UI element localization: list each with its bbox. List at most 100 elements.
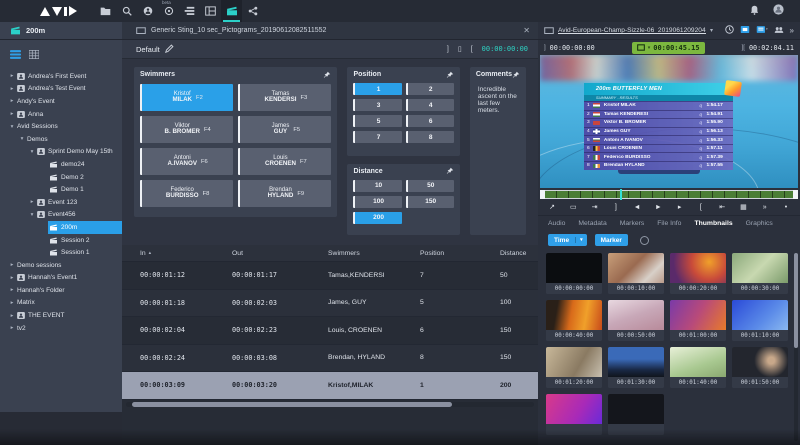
tree-item[interactable]: ▾ Avid Sessions [0,120,122,133]
swimmer-button[interactable]: Louis CROENEN F7 [238,148,332,175]
play-icon[interactable]: ► [654,204,662,211]
monitor-toggle-icon[interactable]: ▭ [569,203,577,211]
expand-icon[interactable]: ▸ [8,287,16,293]
tree-item[interactable]: ▾ Demos [0,133,122,146]
source-monitor-icon[interactable] [740,25,750,36]
tree-item[interactable]: ▸ Andrea's Test Event [0,83,122,96]
timeline-scrubber[interactable] [540,189,798,200]
close-icon[interactable]: ✕ [523,26,530,35]
position-button[interactable]: 4 [405,99,454,111]
tree-item[interactable]: ▸ THE EVENT [0,309,122,322]
thumbnail-graphics[interactable]: 00:00:40:00 [546,300,602,341]
share-icon[interactable] [242,0,263,22]
beta-target-icon[interactable]: beta [158,0,179,22]
tree-item[interactable]: ▸ Demo sessions [0,259,122,272]
tree-item[interactable]: ▾ Sprint Demo May 15th [0,146,122,159]
thumbnail-athletes[interactable]: 00:01:20:00 [546,347,602,388]
position-button[interactable]: 7 [353,131,402,143]
position-button[interactable]: 5 [353,115,402,127]
search-icon[interactable] [116,0,137,22]
panels-icon[interactable] [200,0,221,22]
position-button[interactable]: 3 [353,99,402,111]
mark-in-icon[interactable]: [ [471,46,473,53]
chevron-down-icon[interactable]: ▾ [710,27,713,34]
history-clock-icon[interactable] [724,25,734,36]
clip-icon[interactable]: ▯ [458,45,462,53]
swimmer-button[interactable]: Antoni A.IVANOV F6 [140,148,234,175]
expand-icon[interactable]: ▸ [28,199,36,205]
tree-item[interactable]: Demo 2 [0,171,122,184]
tree-item[interactable]: ▸ tv2 [0,322,122,335]
time-filter-button[interactable]: Time ▾ [548,234,587,246]
goto-out-icon[interactable]: ⇤ [718,203,726,211]
position-button[interactable]: 6 [405,115,454,127]
thumbnail-net[interactable]: 00:00:30:00 [732,253,788,294]
video-viewer[interactable]: 200m BUTTERFLY MEN SUMMARY - RESULTS 1 Kr… [540,55,798,188]
tab-audio[interactable]: Audio [548,220,565,227]
distance-button[interactable]: 10 [353,179,402,192]
timeline-handle-right[interactable] [793,190,798,199]
distance-button[interactable]: 100 [353,195,402,208]
swimmer-button[interactable]: James GUY F5 [238,116,332,143]
folder-icon[interactable] [95,0,116,22]
swimmer-button[interactable]: Tamas KENDERSI F3 [238,84,332,111]
refresh-icon[interactable] [639,235,649,245]
tree-item[interactable]: ▾ Event456 [0,209,122,222]
thumbnail-customized[interactable]: 00:01:00:00 [670,300,726,341]
table-row[interactable]: 00:00:01:18 00:00:02:03 James, GUY 5 100 [122,289,538,317]
collapse-icon[interactable]: ▾ [18,136,26,142]
thumbnail-stadium[interactable]: 00:00:10:00 [608,253,664,294]
pin-icon[interactable] [446,66,454,84]
tree-item[interactable]: ▸ Hannah's Folder [0,284,122,297]
send-icon[interactable]: ↗ [548,203,556,211]
tree-item[interactable]: ▸ Hannah's Event1 [0,272,122,285]
distance-button[interactable]: 50 [405,179,454,192]
tree-item[interactable]: Session 2 [0,234,122,247]
expand-icon[interactable]: ▸ [8,325,16,331]
tree-item[interactable]: ▸ Anna [0,108,122,121]
tree-item[interactable]: Session 1 [0,246,122,259]
column-header-in[interactable]: In ▴ [122,250,214,257]
thumbnail-avid-logo[interactable] [546,394,602,435]
comments-text[interactable]: Incredible ascent on the last few meters… [470,82,526,118]
assist-icon[interactable] [137,0,158,22]
record-dot-icon[interactable]: • [782,204,790,211]
thumbnail-velodrome[interactable]: 00:00:50:00 [608,300,664,341]
collapse-icon[interactable]: ▾ [28,149,36,155]
table-row[interactable]: 00:00:02:04 00:00:02:23 Louis, CROENEN 6 150 [122,317,538,345]
swimmer-button[interactable]: Kristof MILAK F2 [140,84,234,111]
tab-markers[interactable]: Markers [620,220,645,227]
pin-icon[interactable] [512,66,520,84]
shuttle-icon[interactable]: » [761,204,769,211]
rundown-icon[interactable] [179,0,200,22]
column-header-distance[interactable]: Distance [482,250,538,257]
distance-button[interactable]: 200 [353,211,402,224]
expand-icon[interactable]: ▸ [8,73,16,79]
users-icon[interactable] [774,26,784,36]
thumbnail-presenter[interactable]: 00:01:30:00 [608,347,664,388]
thumbnail-interview[interactable]: 00:01:50:00 [732,347,788,388]
tab-thumbnails[interactable]: Thumbnails [694,220,732,227]
logging-slate-icon[interactable] [221,0,242,22]
step-back-icon[interactable]: ◄ [633,204,641,211]
collapse-icon[interactable]: ▾ [8,124,16,130]
tree-item[interactable]: demo24 [0,158,122,171]
timeline-handle-left[interactable] [540,190,545,199]
tab-file-info[interactable]: File Info [657,220,681,227]
thumbnail-dark[interactable] [608,394,664,435]
pin-icon[interactable] [446,162,454,180]
thumbnail-poster[interactable]: 00:01:10:00 [732,300,788,341]
expand-icon[interactable]: ▸ [8,262,16,268]
tree-item[interactable]: ▸ Matrix [0,297,122,310]
main-tab[interactable]: Generic Sting_10 sec_Pictograms_20190612… [122,22,538,39]
player-asset-title[interactable]: Avid-European-Champ-Sizzle-06_2019061209… [558,27,706,34]
tree-item[interactable]: ▸ Andy's Event [0,95,122,108]
edit-pencil-icon[interactable] [164,40,174,58]
table-row[interactable]: 00:00:02:24 00:00:03:08 Brendan, HYLAND 8 15… [122,344,538,372]
mark-in-icon[interactable]: [ [697,204,705,211]
tree-item[interactable]: Demo 1 [0,183,122,196]
distance-button[interactable]: 150 [405,195,454,208]
horizontal-scrollbar[interactable] [126,401,534,407]
notifications-bell-icon[interactable] [750,2,759,20]
thumbnail-crowd[interactable]: 00:00:20:00 [670,253,726,294]
